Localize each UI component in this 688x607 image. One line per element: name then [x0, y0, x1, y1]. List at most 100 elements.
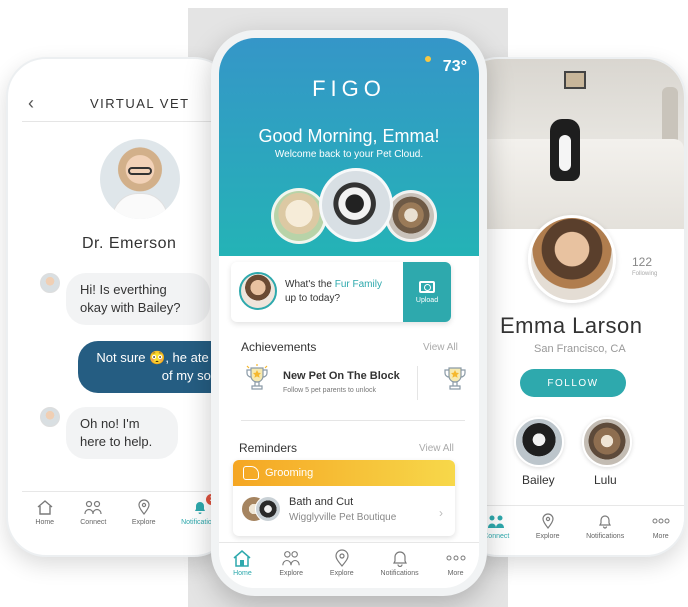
- people-icon: [486, 512, 506, 530]
- tab-more[interactable]: More: [446, 549, 466, 577]
- page-title: VIRTUAL VET: [90, 96, 190, 111]
- grooming-icon: [243, 466, 259, 480]
- tab-connect[interactable]: Connect: [80, 498, 106, 526]
- map-pin-icon: [538, 512, 558, 530]
- vet-avatar: [100, 139, 180, 219]
- tab-label: Home: [35, 519, 55, 526]
- tab-label: Explore: [535, 533, 560, 540]
- tab-label: Explore: [279, 570, 304, 577]
- trophy-icon: [246, 364, 268, 390]
- fur-family-link[interactable]: Fur Family: [335, 279, 382, 290]
- pet-avatar-dog-featured[interactable]: [319, 168, 393, 242]
- pet-avatar-cat: [255, 496, 281, 522]
- following-label: Following: [632, 271, 658, 277]
- cover-photo: [460, 59, 684, 229]
- achievements-view-all[interactable]: View All: [423, 342, 458, 353]
- tab-explore-people[interactable]: Explore: [279, 549, 303, 577]
- tab-label: Notifications: [586, 533, 625, 540]
- tab-label: Connect: [80, 519, 107, 526]
- divider: [22, 121, 232, 122]
- upload-button[interactable]: Upload: [403, 262, 451, 322]
- achievements-title: Achievements: [241, 340, 317, 354]
- user-avatar: [239, 272, 277, 310]
- vet-mini-avatar: [40, 407, 60, 427]
- more-icon: [446, 549, 466, 567]
- profile-avatar[interactable]: [528, 215, 616, 303]
- profile-name: Emma Larson: [500, 313, 643, 338]
- vet-name: Dr. Emerson: [82, 235, 177, 252]
- message-bubble-vet: Oh no! I'm here to help.: [66, 407, 178, 459]
- follow-button[interactable]: FOLLOW: [520, 369, 626, 397]
- tab-label: More: [652, 533, 669, 540]
- tab-home[interactable]: Home: [35, 498, 55, 526]
- pet-avatar-lulu[interactable]: [582, 417, 632, 467]
- fur-family-card[interactable]: What's the Fur Family up to today? Uploa…: [231, 262, 451, 322]
- divider: [417, 366, 418, 400]
- home-icon: [35, 498, 55, 516]
- tab-label: More: [447, 570, 464, 577]
- tab-label: Explore: [131, 519, 156, 526]
- pet-avatar-bailey[interactable]: [514, 417, 564, 467]
- tab-explore[interactable]: Explore: [330, 549, 354, 577]
- achievement-title: New Pet On The Block: [283, 370, 400, 382]
- reminder-location: Wigglyville Pet Boutique: [289, 512, 397, 523]
- glasses-shape: [128, 167, 152, 175]
- map-pin-icon: [332, 549, 352, 567]
- tab-label: Connect: [483, 533, 510, 540]
- reminder-category-bar: Grooming: [233, 460, 455, 486]
- following-count: 122: [632, 255, 653, 269]
- people-icon: [83, 498, 103, 516]
- lamp: [662, 87, 678, 145]
- header: ‹ VIRTUAL VET: [22, 93, 232, 115]
- reminder-pets: [241, 496, 281, 524]
- temperature: 73°: [442, 58, 467, 75]
- more-icon: [651, 512, 671, 530]
- vet-mini-avatar: [40, 273, 60, 293]
- back-icon[interactable]: ‹: [28, 93, 34, 114]
- tab-notifications[interactable]: Notifications: [586, 512, 624, 540]
- divider: [241, 420, 465, 421]
- tab-more[interactable]: More: [651, 512, 671, 540]
- coat-shape: [112, 193, 168, 219]
- camera-icon: [419, 280, 435, 293]
- pet-avatar-cat[interactable]: [385, 190, 437, 242]
- tab-home[interactable]: Home: [232, 549, 252, 577]
- tab-notifications[interactable]: Notifications: [381, 549, 419, 577]
- map-pin-icon: [134, 498, 154, 516]
- virtual-vet-screen: ‹ VIRTUAL VET Dr. Emerson Hi! Is everthi…: [22, 73, 232, 541]
- reminder-title: Bath and Cut: [289, 496, 354, 508]
- bottom-tab-bar: Connect Explore Notifications More: [460, 505, 684, 545]
- reminders-view-all[interactable]: View All: [419, 443, 454, 454]
- pet-avatar-dog[interactable]: [271, 188, 327, 244]
- greeting: Good Morning, Emma!: [258, 126, 440, 146]
- dashboard-phone: 73° FIGO Good Morning, Emma! Welcome bac…: [211, 30, 487, 596]
- prompt-text: What's the: [285, 279, 335, 290]
- wall-frame: [564, 71, 586, 89]
- bell-icon: [595, 512, 615, 530]
- figo-logo: FIGO: [312, 76, 386, 101]
- bottom-tab-bar: Home Connect Explore 2 Notifications: [22, 491, 232, 531]
- tab-connect[interactable]: Connect: [483, 512, 509, 540]
- upload-label: Upload: [415, 296, 439, 304]
- trophy-icon: [444, 367, 466, 390]
- virtual-vet-phone: ‹ VIRTUAL VET Dr. Emerson Hi! Is everthi…: [6, 57, 234, 557]
- bottom-tab-bar: Home Explore Explore Notifications More: [219, 542, 479, 588]
- tab-explore[interactable]: Explore: [132, 498, 156, 526]
- tab-label: Home: [233, 570, 252, 577]
- profile-phone: 122 Following Emma Larson San Francisco,…: [458, 57, 686, 557]
- chevron-right-icon: ›: [439, 506, 443, 520]
- reminder-card[interactable]: Grooming Bath and Cut Wigglyville Pet Bo…: [233, 460, 455, 536]
- tab-label: Notifications: [380, 570, 419, 577]
- reminder-category: Grooming: [265, 467, 314, 479]
- tab-explore[interactable]: Explore: [536, 512, 560, 540]
- achievement-description: Follow 5 pet parents to unlock: [283, 387, 376, 394]
- dog-figure: [550, 119, 580, 181]
- greeting-subtitle: Welcome back to your Pet Cloud.: [274, 149, 424, 160]
- tab-label: Explore: [329, 570, 354, 577]
- prompt-text: up to today?: [285, 293, 341, 304]
- people-icon: [281, 549, 301, 567]
- sun-icon: [425, 56, 431, 62]
- reminders-title: Reminders: [239, 441, 298, 455]
- pet-name: Lulu: [594, 473, 617, 487]
- dashboard-header: 73° FIGO Good Morning, Emma! Welcome bac…: [219, 38, 479, 256]
